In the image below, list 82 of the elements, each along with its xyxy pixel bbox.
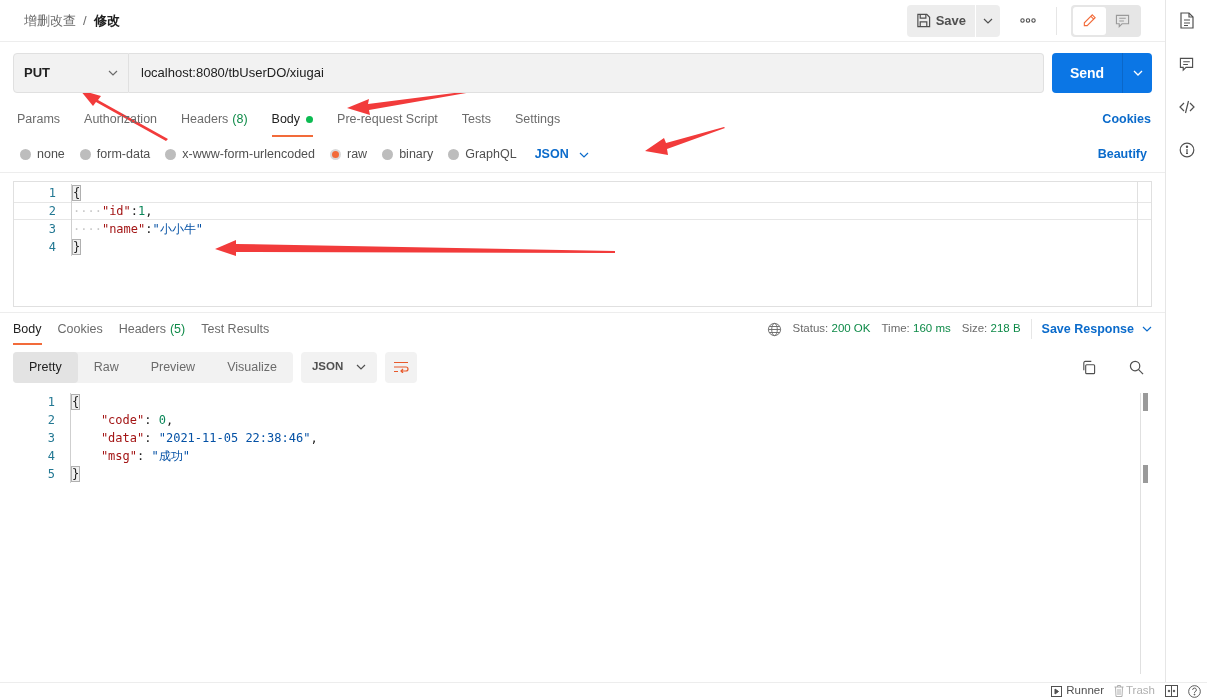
view-mode-tab[interactable]: Preview [134, 351, 212, 383]
cookies-link[interactable]: Cookies [1102, 110, 1151, 129]
caret-icon [108, 70, 118, 76]
beautify-link[interactable]: Beautify [1097, 145, 1147, 164]
runner-button[interactable]: Runner [1051, 682, 1104, 699]
comment-icon[interactable] [1179, 57, 1194, 72]
line-number: 2 [47, 203, 56, 220]
line-number: 5 [46, 466, 55, 483]
url-field[interactable]: localhost:8080/tbUserDO/xiugai [129, 53, 1044, 93]
line-number: 4 [47, 239, 56, 256]
line-number: 2 [46, 412, 55, 429]
save-icon [915, 13, 931, 28]
format-dropdown[interactable]: JSON [534, 145, 589, 164]
tab[interactable]: Params [17, 110, 61, 137]
caret-icon [1132, 70, 1143, 76]
tab[interactable]: Headers (8) [181, 110, 248, 137]
body-type-radio[interactable]: GraphQL [448, 145, 517, 164]
globe-icon [767, 321, 783, 337]
response-stat: Time: 160 ms [881, 321, 951, 337]
caret-icon [1142, 326, 1152, 332]
caret-icon [355, 364, 366, 370]
view-mode-tab[interactable]: Visualize [211, 351, 293, 383]
tab[interactable]: Body [271, 110, 314, 137]
scrollbar-thumb[interactable] [1143, 393, 1148, 411]
tab[interactable]: Cookies [57, 313, 103, 345]
send-options-button[interactable] [1122, 53, 1152, 93]
wrap-lines-icon [392, 361, 409, 373]
view-mode-tab[interactable]: Pretty [13, 351, 78, 383]
breadcrumb-separator: / [83, 11, 87, 30]
caret-icon [983, 17, 993, 24]
method-dropdown[interactable]: PUT [13, 53, 129, 93]
document-icon[interactable] [1179, 12, 1194, 29]
view-mode-tab[interactable]: Raw [77, 351, 135, 383]
code-line: { [70, 393, 80, 411]
code-line: ····"name":"小小牛" [71, 220, 203, 238]
copy-icon [1080, 359, 1096, 375]
code-line: "msg": "成功" [70, 447, 190, 465]
send-button[interactable]: Send [1052, 53, 1122, 93]
tab[interactable]: Headers (5) [118, 313, 186, 345]
comment-icon [1115, 13, 1130, 28]
line-number: 3 [47, 221, 56, 238]
line-number: 3 [46, 430, 55, 447]
code-line: } [71, 238, 81, 256]
pencil-icon [1082, 13, 1097, 28]
tab[interactable]: Settings [515, 110, 561, 137]
code-line: { [71, 184, 81, 202]
body-type-radio[interactable]: binary [382, 145, 434, 164]
save-button[interactable]: Save [906, 4, 975, 37]
code-line: ····"id":1, [71, 202, 153, 220]
breadcrumb-item[interactable]: 增删改查 [24, 10, 76, 31]
code-line: } [70, 465, 80, 483]
tab[interactable]: Tests [461, 110, 491, 137]
trash-icon [1114, 685, 1124, 697]
tab[interactable]: Body [13, 313, 42, 345]
edit-mode-button[interactable] [1073, 6, 1106, 35]
tab[interactable]: Test Results [201, 313, 270, 345]
body-type-radio[interactable]: raw [330, 145, 368, 164]
body-type-radio[interactable]: form-data [79, 145, 151, 164]
body-type-radio[interactable]: none [20, 145, 65, 164]
code-icon[interactable] [1178, 100, 1195, 114]
caret-icon [578, 151, 589, 158]
help-icon[interactable] [1188, 684, 1201, 698]
code-line: "code": 0, [70, 411, 174, 429]
response-format-dropdown[interactable]: JSON [300, 351, 377, 383]
wrap-lines-button[interactable] [384, 351, 417, 383]
search-icon [1128, 359, 1144, 375]
line-number: 1 [46, 394, 55, 411]
request-body-editor[interactable]: 1 { 2 ····"id":1, 3 ····"name":"小小牛" 4 } [13, 181, 1152, 307]
line-number: 4 [46, 448, 55, 465]
info-icon[interactable] [1178, 142, 1195, 158]
request-name: 修改 [93, 11, 120, 30]
line-number: 1 [47, 185, 56, 202]
two-pane-icon[interactable] [1165, 685, 1178, 697]
response-stat: Size: 218 B [961, 321, 1021, 337]
scrollbar-thumb[interactable] [1143, 465, 1148, 483]
play-icon [1051, 685, 1063, 697]
body-type-radio[interactable]: x-www-form-urlencoded [165, 145, 315, 164]
save-response-button[interactable]: Save Response [1041, 319, 1152, 339]
more-icon [1020, 18, 1036, 23]
code-line: "data": "2021-11-05 22:38:46", [70, 429, 318, 447]
tab[interactable]: Pre-request Script [337, 110, 438, 137]
response-stat: Status: 200 OK [792, 321, 871, 337]
